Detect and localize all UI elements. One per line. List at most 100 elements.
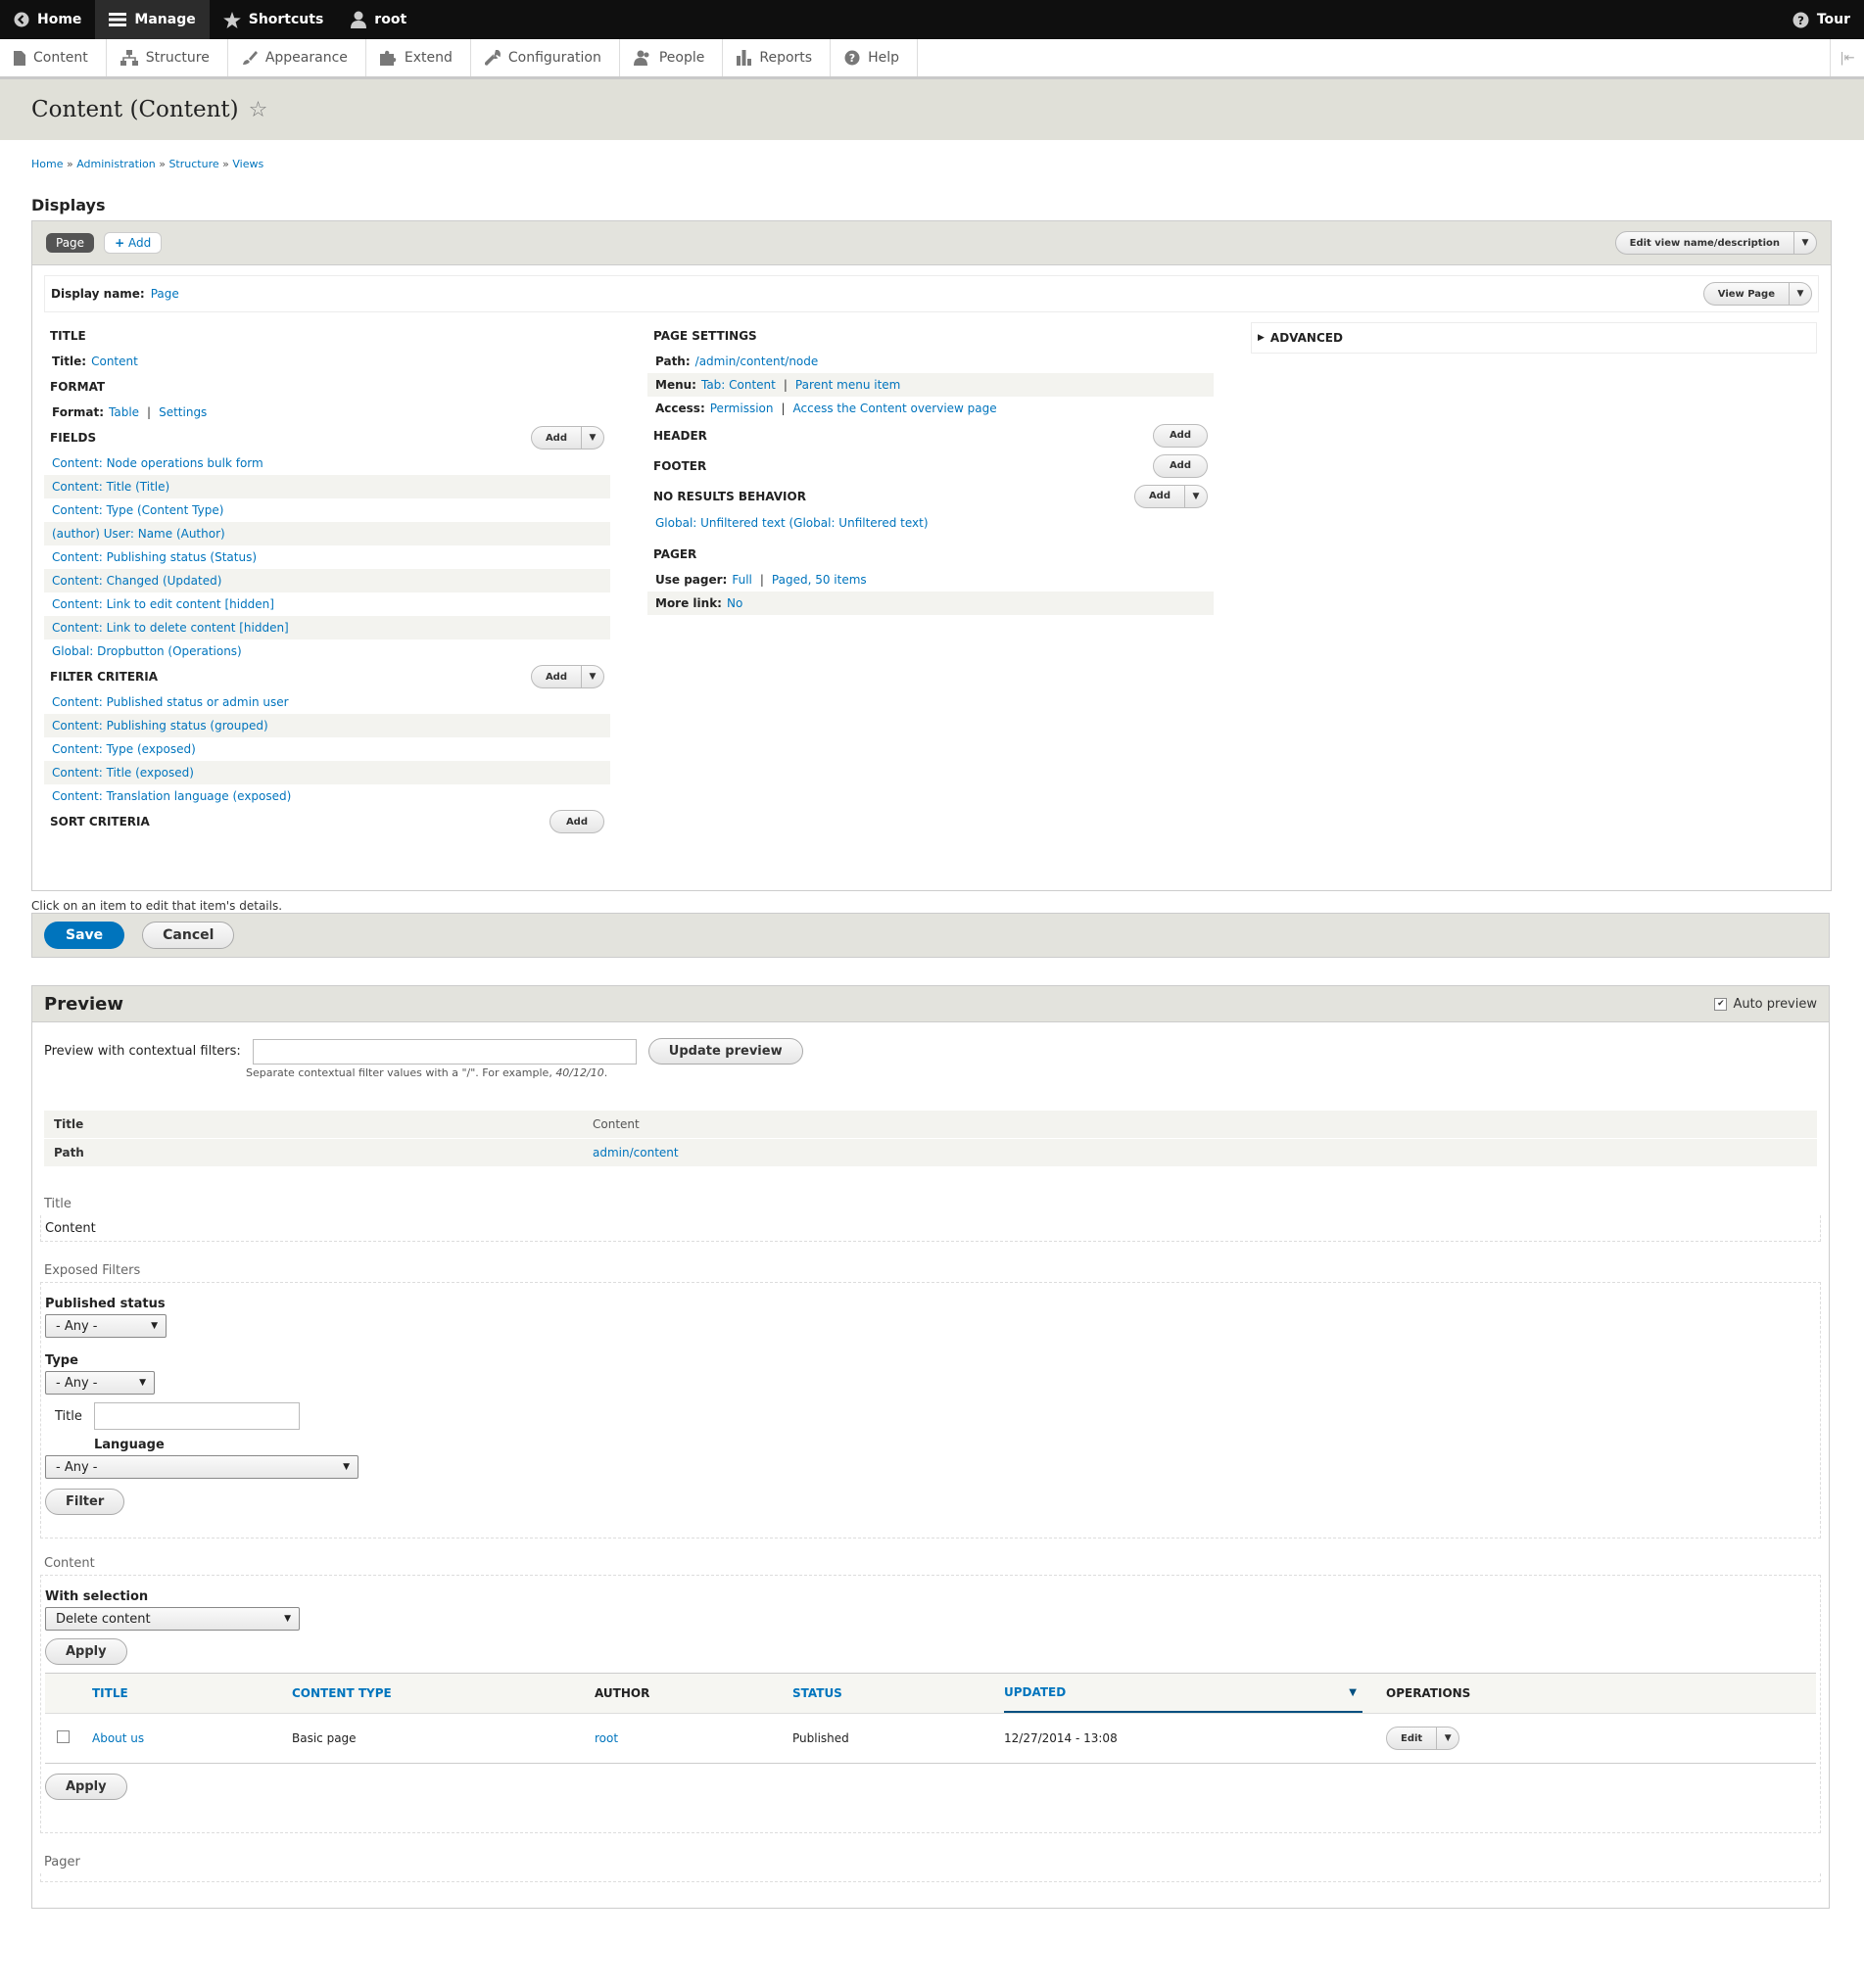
field-link[interactable]: (author) User: Name (Author) [52,527,225,541]
filter-link[interactable]: Content: Publishing status (grouped) [52,719,268,733]
toolbar-tour[interactable]: ? Tour [1779,0,1864,39]
save-button[interactable]: Save [44,922,125,949]
update-preview-button[interactable]: Update preview [647,1038,803,1065]
type-select[interactable]: - Any - ▼ [45,1371,155,1395]
with-selection-select[interactable]: Delete content ▼ [45,1607,300,1631]
shortcut-star-icon[interactable]: ☆ [249,98,268,122]
field-item[interactable]: Global: Dropbutton (Operations) [44,639,610,663]
tray-collapse-button[interactable]: |⇤ [1830,39,1864,76]
column-header-title[interactable]: TITLE [92,1686,292,1700]
tray-item-content[interactable]: Content [0,39,107,76]
filter-item[interactable]: Content: Type (exposed) [44,737,610,761]
field-item[interactable]: Content: Node operations bulk form [44,451,610,475]
format-settings-link[interactable]: Settings [159,405,207,419]
published-status-select[interactable]: - Any - ▼ [45,1314,167,1338]
sort-add-button[interactable]: Add [549,810,604,833]
tray-item-structure[interactable]: Structure [107,39,228,76]
field-item[interactable]: Content: Title (Title) [44,475,610,498]
view-page-button[interactable]: View Page [1704,283,1789,305]
toolbar-shortcuts[interactable]: Shortcuts [210,0,338,39]
path-link[interactable]: /admin/content/node [695,355,819,368]
title-filter-input[interactable] [93,1402,300,1430]
filter-link[interactable]: Content: Translation language (exposed) [52,789,291,803]
breadcrumb-administration[interactable]: Administration [76,158,156,170]
footer-add-button[interactable]: Add [1152,453,1208,478]
no-results-add-button[interactable]: Add [1135,486,1184,507]
field-link[interactable]: Content: Type (Content Type) [52,503,223,517]
field-item[interactable]: (author) User: Name (Author) [44,522,610,545]
use-pager-paged-link[interactable]: Paged, 50 items [772,573,867,587]
filter-link[interactable]: Content: Title (exposed) [52,766,194,780]
toolbar-home[interactable]: Home [0,0,95,39]
edit-view-button[interactable]: Edit view name/description [1616,232,1793,254]
preview-path-link[interactable]: admin/content [593,1146,679,1160]
language-select[interactable]: - Any - ▼ [45,1455,358,1479]
dropdown-arrow-icon[interactable]: ▼ [1184,485,1207,507]
field-link[interactable]: Content: Node operations bulk form [52,456,263,470]
dropdown-arrow-icon[interactable]: ▼ [1436,1728,1458,1749]
fields-add-button[interactable]: Add [532,427,581,449]
field-link[interactable]: Content: Changed (Updated) [52,574,221,588]
field-item[interactable]: Content: Changed (Updated) [44,569,610,592]
breadcrumb-structure[interactable]: Structure [168,158,218,170]
filter-add-button[interactable]: Add [532,666,581,687]
row-select-checkbox[interactable] [57,1730,70,1743]
display-name-link[interactable]: Page [151,287,179,301]
tray-item-people[interactable]: People [620,39,724,76]
filter-link[interactable]: Content: Type (exposed) [52,742,196,756]
tray-item-configuration[interactable]: Configuration [471,39,620,76]
cancel-button[interactable]: Cancel [142,922,235,949]
field-link[interactable]: Global: Dropbutton (Operations) [52,644,242,658]
filter-item[interactable]: Content: Publishing status (grouped) [44,714,610,737]
tray-item-appearance[interactable]: Appearance [228,39,366,76]
apply-button-bottom[interactable]: Apply [45,1774,127,1800]
tray-item-reports[interactable]: Reports [723,39,832,76]
more-link-value[interactable]: No [727,596,742,610]
field-item[interactable]: Content: Type (Content Type) [44,498,610,522]
no-results-link[interactable]: Global: Unfiltered text (Global: Unfilte… [655,516,929,530]
filter-button[interactable]: Filter [45,1489,125,1515]
dropdown-arrow-icon[interactable]: ▼ [1793,232,1816,254]
contextual-filter-input[interactable] [252,1038,637,1065]
breadcrumb-views[interactable]: Views [232,158,263,170]
filter-item[interactable]: Content: Published status or admin user [44,690,610,714]
field-link[interactable]: Content: Link to edit content [hidden] [52,597,274,611]
breadcrumb-home[interactable]: Home [31,158,63,170]
field-item[interactable]: Content: Publishing status (Status) [44,545,610,569]
auto-preview-toggle[interactable]: ✔ Auto preview [1714,997,1817,1012]
filter-link[interactable]: Content: Published status or admin user [52,695,289,709]
access-link[interactable]: Permission [710,402,774,415]
format-table-link[interactable]: Table [109,405,139,419]
field-link[interactable]: Content: Publishing status (Status) [52,550,257,564]
access-detail-link[interactable]: Access the Content overview page [793,402,997,415]
field-item[interactable]: Content: Link to edit content [hidden] [44,592,610,616]
title-link[interactable]: Content [91,355,138,368]
auto-preview-checkbox[interactable]: ✔ [1714,997,1728,1011]
add-display-button[interactable]: + Add [104,232,163,254]
field-link[interactable]: Content: Link to delete content [hidden] [52,621,289,635]
no-results-item[interactable]: Global: Unfiltered text (Global: Unfilte… [647,511,1214,535]
dropdown-arrow-icon[interactable]: ▼ [581,666,603,687]
row-edit-button[interactable]: Edit [1387,1728,1436,1749]
use-pager-full-link[interactable]: Full [732,573,752,587]
filter-item[interactable]: Content: Title (exposed) [44,761,610,784]
parent-menu-link[interactable]: Parent menu item [795,378,900,392]
column-header-updated[interactable]: UPDATED [1004,1685,1066,1699]
column-header-status[interactable]: STATUS [792,1686,1004,1700]
column-header-updated-cell[interactable]: UPDATED ▼ [1004,1674,1362,1713]
advanced-toggle[interactable]: ▶ ADVANCED [1251,322,1817,354]
dropdown-arrow-icon[interactable]: ▼ [581,427,603,449]
tab-page[interactable]: Page [46,233,95,253]
toolbar-user[interactable]: root [337,0,420,39]
field-item[interactable]: Content: Link to delete content [hidden] [44,616,610,639]
toolbar-manage[interactable]: Manage [95,0,210,39]
header-add-button[interactable]: Add [1152,423,1208,448]
dropdown-arrow-icon[interactable]: ▼ [1789,283,1811,305]
tray-item-help[interactable]: ? Help [831,39,918,76]
apply-button-top[interactable]: Apply [45,1638,127,1665]
row-title-link[interactable]: About us [92,1731,292,1745]
filter-item[interactable]: Content: Translation language (exposed) [44,784,610,808]
field-link[interactable]: Content: Title (Title) [52,480,169,494]
column-header-content-type[interactable]: CONTENT TYPE [292,1686,595,1700]
tray-item-extend[interactable]: Extend [366,39,471,76]
